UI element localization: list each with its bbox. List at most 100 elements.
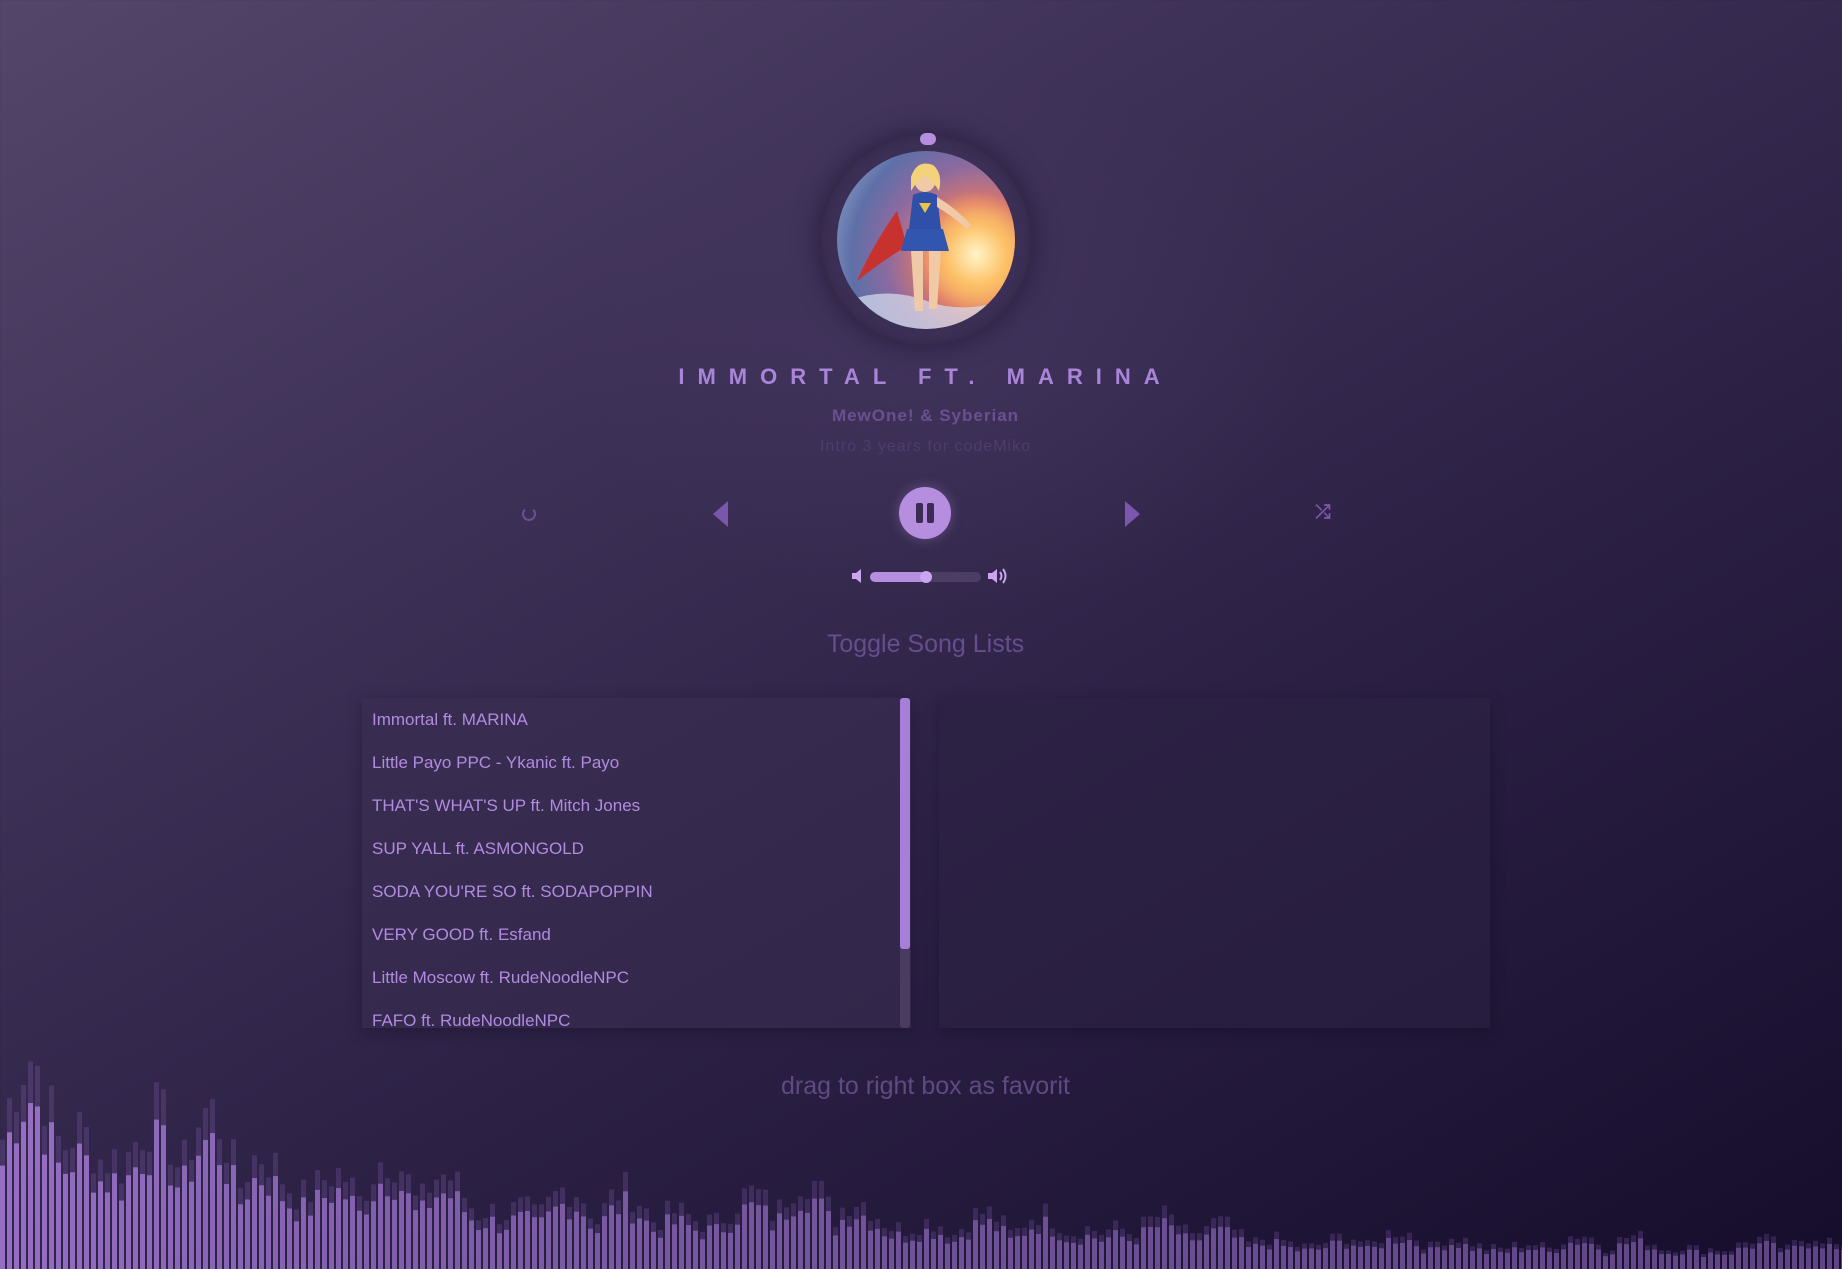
visualizer-bar: [1316, 1249, 1321, 1269]
visualizer-bar: [945, 1243, 950, 1269]
visualizer-bar: [1358, 1246, 1363, 1269]
visualizer-bar: [70, 1172, 75, 1269]
song-item[interactable]: THAT'S WHAT'S UP ft. Mitch Jones: [362, 784, 911, 827]
visualizer-bar: [1750, 1248, 1755, 1269]
visualizer-bar: [1568, 1242, 1573, 1269]
visualizer-bar: [378, 1183, 383, 1269]
visualizer-bar: [889, 1238, 894, 1269]
previous-button[interactable]: [710, 500, 730, 528]
visualizer-bar: [1673, 1255, 1678, 1269]
visualizer-bar: [1736, 1247, 1741, 1269]
next-icon: [1124, 501, 1140, 527]
visualizer-bar: [42, 1154, 47, 1269]
visualizer-bar: [371, 1201, 376, 1269]
visualizer-bar: [791, 1216, 796, 1269]
visualizer-bar: [210, 1133, 215, 1269]
visualizer-bar: [1757, 1243, 1762, 1269]
volume-high-icon[interactable]: [987, 566, 1011, 586]
volume-thumb[interactable]: [919, 571, 932, 583]
visualizer-bar: [504, 1229, 509, 1269]
song-item[interactable]: Little Payo PPC - Ykanic ft. Payo: [362, 741, 911, 784]
song-item[interactable]: Immortal ft. MARINA: [362, 698, 911, 741]
visualizer-bar: [1295, 1251, 1300, 1269]
next-button[interactable]: [1122, 500, 1142, 528]
song-artist: MewOne! & Syberian: [831, 406, 1020, 425]
loop-button[interactable]: [518, 503, 540, 525]
play-pause-button[interactable]: [899, 487, 951, 539]
visualizer-bar: [665, 1214, 670, 1269]
visualizer-bar: [1134, 1244, 1139, 1269]
visualizer-bar: [189, 1181, 194, 1269]
visualizer-bar: [1743, 1247, 1748, 1269]
visualizer-bar: [1652, 1249, 1657, 1269]
visualizer-bar: [483, 1228, 488, 1269]
visualizer-bar: [1169, 1225, 1174, 1269]
visualizer-bar: [1302, 1248, 1307, 1269]
visualizer-bar: [1197, 1240, 1202, 1269]
visualizer-bar: [707, 1225, 712, 1269]
visualizer-bar: [1267, 1249, 1272, 1269]
visualizer-bar: [1099, 1241, 1104, 1269]
visualizer-bar: [119, 1200, 124, 1269]
progress-knob[interactable]: [920, 133, 936, 145]
visualizer-bar: [1162, 1218, 1167, 1269]
visualizer-bar: [308, 1215, 313, 1269]
song-item[interactable]: SODA YOU'RE SO ft. SODAPOPPIN: [362, 870, 911, 913]
visualizer-bar: [728, 1232, 733, 1269]
song-item[interactable]: FAFO ft. RudeNoodleNPC: [362, 999, 911, 1028]
visualizer-bar: [672, 1224, 677, 1269]
visualizer-bar: [546, 1211, 551, 1269]
visualizer-bar: [847, 1226, 852, 1269]
visualizer-bar: [1085, 1234, 1090, 1269]
song-item[interactable]: SUP YALL ft. ASMONGOLD: [362, 827, 911, 870]
shuffle-icon: ⤮: [1315, 502, 1331, 523]
visualizer-bar: [1785, 1249, 1790, 1269]
visualizer-bar: [1120, 1236, 1125, 1269]
visualizer-bar: [280, 1201, 285, 1269]
visualizer-bar: [1288, 1246, 1293, 1269]
visualizer-bar: [749, 1202, 754, 1269]
visualizer-bar: [350, 1195, 355, 1269]
visualizer-bar: [259, 1185, 264, 1269]
song-item[interactable]: VERY GOOD ft. Esfand: [362, 913, 911, 956]
visualizer-bar: [448, 1198, 453, 1269]
visualizer-bar: [721, 1232, 726, 1269]
toggle-song-lists[interactable]: Toggle Song Lists: [0, 630, 1842, 659]
visualizer-bar: [1260, 1245, 1265, 1269]
visualizer-bar: [840, 1219, 845, 1269]
visualizer-bar: [1106, 1237, 1111, 1269]
volume-slider[interactable]: [870, 571, 981, 583]
visualizer-bar: [7, 1132, 12, 1269]
visualizer-bar: [924, 1228, 929, 1269]
scrollbar-thumb[interactable]: [900, 698, 910, 949]
visualizer-bar: [637, 1218, 642, 1269]
song-list-scrollbar[interactable]: [900, 698, 910, 1028]
song-album: Intro 3 years for codeMiko: [820, 438, 1031, 455]
visualizer-bar: [987, 1219, 992, 1269]
visualizer-bar: [973, 1220, 978, 1269]
visualizer-bar: [1491, 1248, 1496, 1269]
visualizer-bar: [1407, 1239, 1412, 1269]
visualizer-bar: [539, 1217, 544, 1269]
visualizer-bar: [315, 1189, 320, 1269]
visualizer-bar: [1225, 1227, 1230, 1269]
favorites-dropzone[interactable]: [939, 698, 1490, 1028]
visualizer-bar: [742, 1204, 747, 1269]
visualizer-bar: [1421, 1253, 1426, 1269]
visualizer-bar: [798, 1210, 803, 1269]
visualizer-bar: [98, 1181, 103, 1269]
visualizer-bar: [1645, 1250, 1650, 1269]
visualizer-bar: [126, 1175, 131, 1269]
visualizer-bar: [1050, 1236, 1055, 1269]
song-item[interactable]: Little Moscow ft. RudeNoodleNPC: [362, 956, 911, 999]
visualizer-bar: [336, 1188, 341, 1269]
volume-mute-icon[interactable]: [851, 567, 867, 585]
visualizer-bar: [1414, 1246, 1419, 1269]
visualizer-bar: [1813, 1246, 1818, 1269]
song-list[interactable]: Immortal ft. MARINA Little Payo PPC - Yk…: [362, 698, 911, 1028]
visualizer-bar: [868, 1230, 873, 1269]
visualizer-bar: [1505, 1252, 1510, 1269]
visualizer-bar: [875, 1228, 880, 1269]
visualizer-bar: [1043, 1216, 1048, 1269]
shuffle-button[interactable]: ⤮: [1311, 502, 1335, 524]
